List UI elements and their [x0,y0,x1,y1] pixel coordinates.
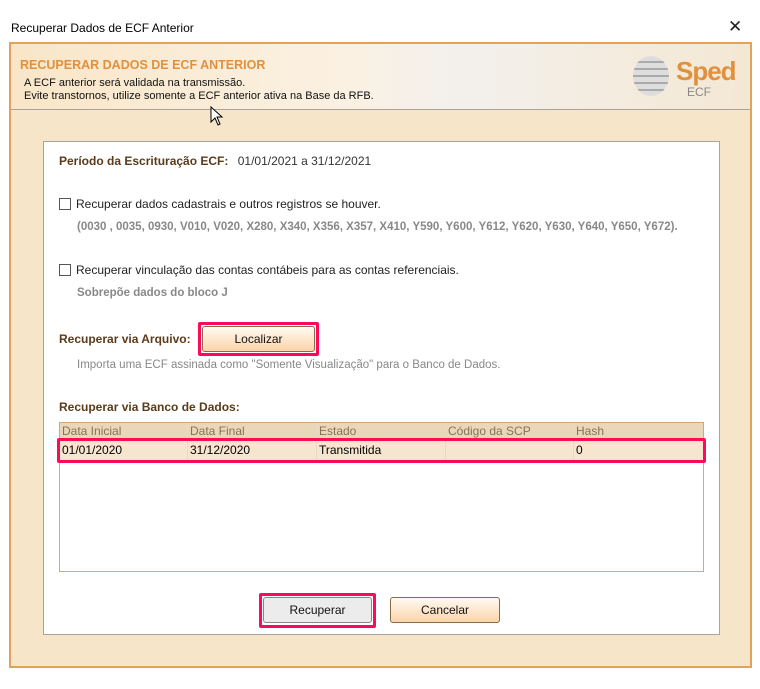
dialog-frame: RECUPERAR DADOS DE ECF ANTERIOR A ECF an… [9,42,752,668]
arquivo-hint: Importa uma ECF assinada como "Somente V… [77,359,501,371]
logo-text: Sped [676,56,737,86]
option-dados-cadastrais[interactable]: Recuperar dados cadastrais e outros regi… [59,197,381,211]
option-vinculacao-label: Recuperar vinculação das contas contábei… [76,263,459,277]
logo-subtext: ECF [687,85,711,99]
periodo-row: Período da Escrituração ECF: 01/01/2021 … [59,154,371,168]
mouse-cursor-icon [210,106,224,126]
header-line-1: A ECF anterior será validada na transmis… [24,77,246,89]
option-dados-cadastrais-label: Recuperar dados cadastrais e outros regi… [76,197,381,211]
checkbox-dados-cadastrais[interactable] [59,198,71,210]
row-highlight [57,438,706,463]
option-vinculacao[interactable]: Recuperar vinculação das contas contábei… [59,263,459,277]
option-dados-cadastrais-detail: (0030 , 0035, 0930, V010, V020, X280, X3… [77,221,678,233]
periodo-label: Período da Escrituração ECF: [59,154,229,168]
checkbox-vinculacao[interactable] [59,264,71,276]
arquivo-label: Recuperar via Arquivo: [59,332,191,346]
localizar-button[interactable]: Localizar [202,326,315,352]
banco-label: Recuperar via Banco de Dados: [59,400,240,414]
sped-globe-icon [633,56,669,96]
option-vinculacao-detail: Sobrepõe dados do bloco J [77,287,228,299]
close-icon[interactable]: ✕ [728,17,742,37]
header-line-2: Evite transtornos, utilize somente a ECF… [24,90,374,102]
cancelar-button[interactable]: Cancelar [390,597,500,623]
content-panel: Período da Escrituração ECF: 01/01/2021 … [43,141,720,635]
header-title: RECUPERAR DADOS DE ECF ANTERIOR [20,58,266,72]
title-bar: Recuperar Dados de ECF Anterior ✕ [0,0,760,40]
dialog-header: RECUPERAR DADOS DE ECF ANTERIOR A ECF an… [11,44,750,110]
periodo-value: 01/01/2021 a 31/12/2021 [237,154,372,168]
recuperar-button[interactable]: Recuperar [263,597,372,623]
window-title: Recuperar Dados de ECF Anterior [11,21,194,35]
sped-logo: Sped ECF [621,52,741,102]
